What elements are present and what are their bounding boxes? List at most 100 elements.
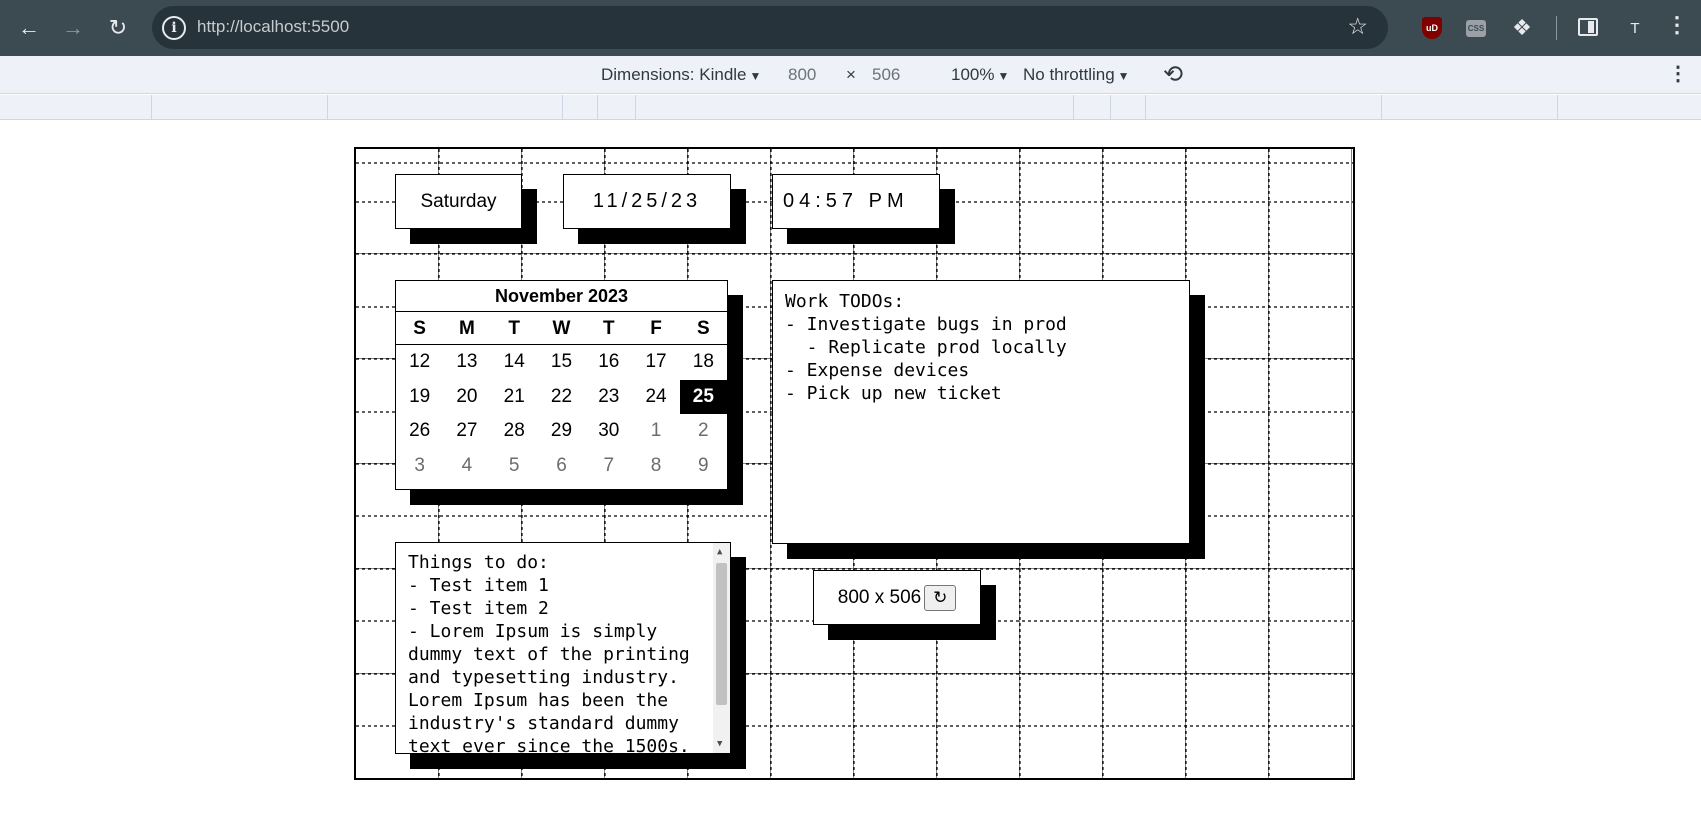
calendar-day[interactable]: 18 xyxy=(680,345,727,380)
zoom-dropdown[interactable]: 100% ▼ xyxy=(951,65,1009,85)
throttling-dropdown[interactable]: No throttling ▼ xyxy=(1023,65,1130,85)
ruler-segment[interactable] xyxy=(562,95,563,120)
work-todos-text[interactable]: Work TODOs: - Investigate bugs in prod -… xyxy=(773,281,1189,414)
arrow-right-icon: → xyxy=(62,15,84,40)
scroll-up-icon[interactable]: ▲ xyxy=(717,547,722,557)
calendar-day[interactable]: 28 xyxy=(491,414,538,449)
time-widget: 04:57 PM xyxy=(772,174,940,229)
side-panel-icon[interactable] xyxy=(1578,18,1598,36)
things-todo-widget[interactable]: Things to do: - Test item 1 - Test item … xyxy=(395,542,731,754)
css-icon: CSS xyxy=(1466,19,1486,37)
caret-down-icon: ▼ xyxy=(997,69,1010,83)
times-sign: × xyxy=(846,65,856,84)
refresh-button[interactable]: ↻ xyxy=(924,584,957,611)
ruler-segment[interactable] xyxy=(597,95,598,120)
calendar-widget: November 2023 S M T W T F S 12 13 14 15 … xyxy=(395,280,728,490)
calendar-day[interactable]: 15 xyxy=(538,345,585,380)
calendar-day[interactable]: 16 xyxy=(585,345,632,380)
ublock-extension-button[interactable]: uD xyxy=(1418,14,1446,42)
caret-down-icon: ▼ xyxy=(1117,69,1130,83)
calendar-day-outside-month[interactable]: 2 xyxy=(680,414,727,449)
calendar-weekday-header: S M T W T F S xyxy=(396,312,727,345)
ruler-segment[interactable] xyxy=(1145,95,1146,120)
calendar-day-outside-month[interactable]: 1 xyxy=(632,414,679,449)
device-toolbar: Dimensions: Kindle ▼ 800 × 506 100% ▼ No t… xyxy=(0,56,1701,94)
forward-button[interactable]: → xyxy=(55,10,91,46)
device-viewport: Saturday 11/25/23 04:57 PM November 2023… xyxy=(354,147,1355,780)
calendar-day[interactable]: 22 xyxy=(538,380,585,415)
calendar-day[interactable]: 21 xyxy=(491,380,538,415)
calendar-day[interactable]: 13 xyxy=(443,345,490,380)
day-label: Saturday xyxy=(420,190,497,212)
scroll-down-icon[interactable]: ▼ xyxy=(717,739,722,749)
css-extension-button[interactable]: CSS xyxy=(1462,14,1490,42)
calendar-day-outside-month[interactable]: 9 xyxy=(680,449,727,484)
reload-icon: ↻ xyxy=(108,15,128,40)
calendar-day-outside-month[interactable]: 7 xyxy=(585,449,632,484)
star-icon[interactable]: ☆ xyxy=(1347,13,1368,40)
calendar-day-outside-month[interactable]: 5 xyxy=(491,449,538,484)
calendar-week: 26 27 28 29 30 1 2 xyxy=(396,414,727,449)
dimensions-label: Dimensions: Kindle xyxy=(601,65,747,84)
weekday-label: T xyxy=(602,318,615,339)
weekday-label: T xyxy=(508,318,520,339)
calendar-day[interactable]: 26 xyxy=(396,414,443,449)
calendar-day[interactable]: 19 xyxy=(396,380,443,415)
browser-toolbar: ← → ↻ i http://localhost:5500 ☆ uD CSS ❖… xyxy=(0,0,1701,56)
calendar-day-outside-month[interactable]: 3 xyxy=(396,449,443,484)
caret-down-icon: ▼ xyxy=(749,69,762,83)
calendar-day[interactable]: 30 xyxy=(585,414,632,449)
height-input[interactable]: 506 xyxy=(872,65,900,85)
calendar-day-today[interactable]: 25 xyxy=(679,379,727,414)
size-widget: 800 x 506 ↻ xyxy=(813,570,981,625)
calendar-day-outside-month[interactable]: 8 xyxy=(632,449,679,484)
calendar-day[interactable]: 12 xyxy=(396,345,443,380)
toolbar-divider xyxy=(1556,16,1557,40)
calendar-day[interactable]: 20 xyxy=(443,380,490,415)
extensions-button[interactable]: ❖ xyxy=(1508,14,1536,42)
calendar-day[interactable]: 14 xyxy=(491,345,538,380)
reload-button[interactable]: ↻ xyxy=(100,10,136,46)
calendar-day[interactable]: 27 xyxy=(443,414,490,449)
throttling-label: No throttling xyxy=(1023,65,1115,84)
zoom-label: 100% xyxy=(951,65,995,84)
rotate-icon[interactable]: ⟲ xyxy=(1163,60,1191,88)
ruler-segment[interactable] xyxy=(327,95,328,120)
things-todo-text[interactable]: Things to do: - Test item 1 - Test item … xyxy=(396,543,730,753)
width-input[interactable]: 800 xyxy=(788,65,816,85)
arrow-left-icon: ← xyxy=(18,15,40,40)
weekday-label: F xyxy=(650,318,662,339)
ruler-segment[interactable] xyxy=(1557,95,1558,120)
ruler-segment[interactable] xyxy=(1110,95,1111,120)
time-label: 04:57 PM xyxy=(783,190,909,212)
calendar-day[interactable]: 23 xyxy=(585,380,632,415)
scrollbar[interactable]: ▲ ▼ xyxy=(713,543,730,753)
browser-menu-icon[interactable]: ⋮ xyxy=(1666,12,1688,38)
calendar-day-outside-month[interactable]: 4 xyxy=(443,449,490,484)
url-text[interactable]: http://localhost:5500 xyxy=(197,17,349,37)
work-todos-widget[interactable]: Work TODOs: - Investigate bugs in prod -… xyxy=(772,280,1190,544)
dimensions-dropdown[interactable]: Dimensions: Kindle ▼ xyxy=(601,65,761,85)
info-icon[interactable]: i xyxy=(162,16,186,40)
weekday-label: W xyxy=(552,318,571,339)
device-toolbar-menu-icon[interactable]: ⋮ xyxy=(1668,61,1688,86)
calendar-day[interactable]: 29 xyxy=(538,414,585,449)
calendar-week: 12 13 14 15 16 17 18 xyxy=(396,345,727,380)
calendar-day[interactable]: 24 xyxy=(632,380,679,415)
calendar-week: 3 4 5 6 7 8 9 xyxy=(396,449,727,484)
back-button[interactable]: ← xyxy=(11,10,47,46)
ruler-segment[interactable] xyxy=(635,95,636,120)
weekday-label: S xyxy=(413,318,426,339)
weekday-label: S xyxy=(696,318,710,339)
ruler-segment[interactable] xyxy=(1381,95,1382,120)
ublock-icon: uD xyxy=(1422,17,1442,39)
weekday-label: M xyxy=(459,318,475,339)
scrollbar-thumb[interactable] xyxy=(716,563,727,705)
puzzle-icon: ❖ xyxy=(1512,15,1532,40)
ruler-segment[interactable] xyxy=(151,95,152,120)
ruler-segment[interactable] xyxy=(1073,95,1074,120)
profile-avatar[interactable]: T xyxy=(1620,13,1650,43)
calendar-day-outside-month[interactable]: 6 xyxy=(538,449,585,484)
calendar-day[interactable]: 17 xyxy=(632,345,679,380)
address-bar[interactable]: i http://localhost:5500 ☆ xyxy=(152,6,1388,49)
